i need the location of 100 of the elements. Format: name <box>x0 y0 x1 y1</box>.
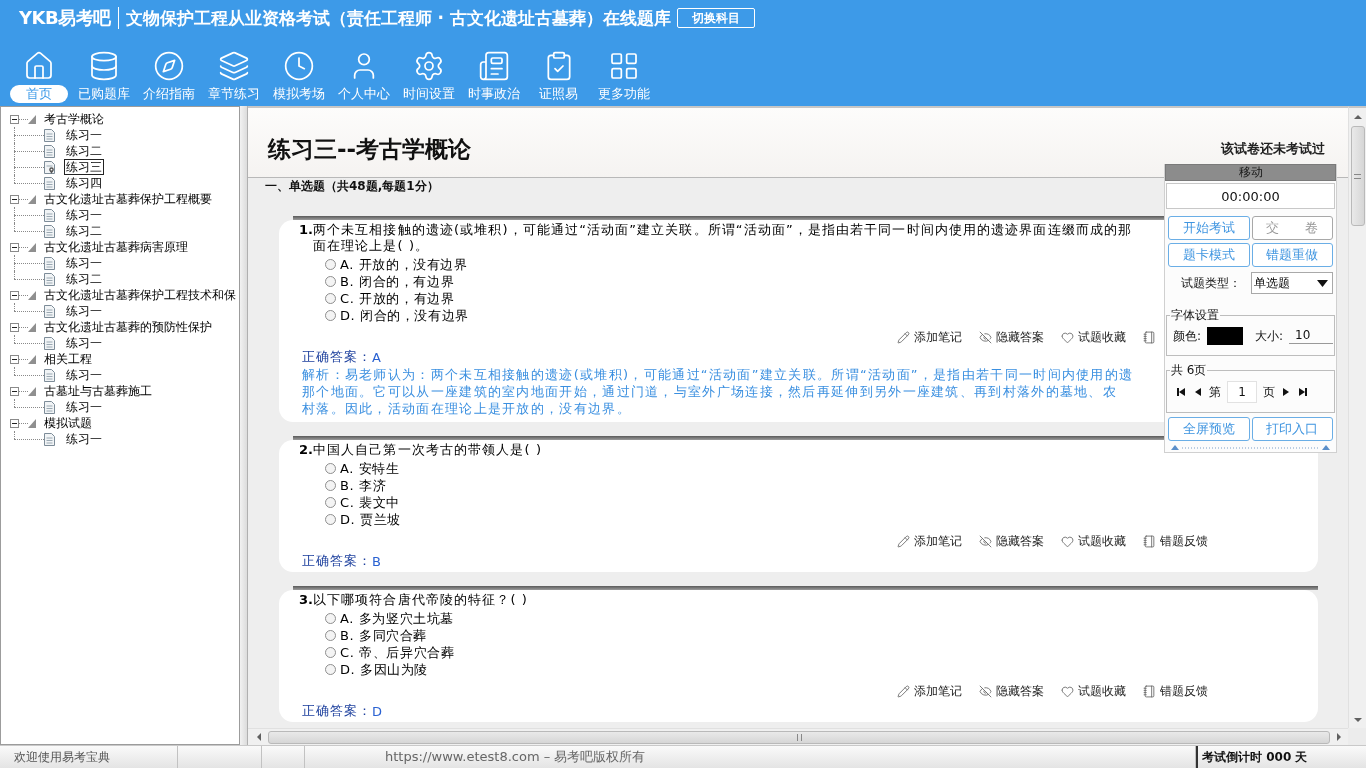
radio-button[interactable] <box>325 630 336 641</box>
triangle-icon <box>28 290 36 300</box>
color-label: 颜色: <box>1173 327 1202 345</box>
notebook-icon <box>1143 534 1156 548</box>
tree-item[interactable]: 古文化遗址古墓葬保护工程概要 <box>44 191 212 207</box>
scroll-left-icon[interactable] <box>255 732 263 742</box>
tree-item[interactable]: 古文化遗址古墓葬的预防性保护 <box>44 319 212 335</box>
collapse-icon[interactable] <box>10 114 19 124</box>
tree-item[interactable]: 练习二 <box>64 143 104 159</box>
tree-item[interactable]: 练习二 <box>64 223 104 239</box>
radio-button[interactable] <box>325 497 336 508</box>
hide-answer-button[interactable]: 隐藏答案 <box>979 532 1044 550</box>
tree-item[interactable]: 模拟试题 <box>44 415 92 431</box>
scroll-up-icon[interactable] <box>1352 113 1363 121</box>
color-swatch-icon[interactable] <box>1207 327 1244 345</box>
size-field[interactable]: 10 <box>1289 328 1334 344</box>
pencil-icon <box>897 684 910 698</box>
horizontal-scrollbar[interactable] <box>248 728 1348 745</box>
section-heading: 一、单选题（共48题,每题1分） <box>264 179 440 193</box>
move-handle[interactable]: 移动 <box>1165 164 1336 181</box>
caret-icon <box>1317 279 1328 287</box>
radio-button[interactable] <box>325 514 336 525</box>
question-text: 两个未互相接触的遗迹(或堆积)，可能通过“活动面”建立关联。所谓“活动面”，是指由若干同一时间内使用的遗迹界面连缀而成的那 <box>313 222 1133 238</box>
page-prefix: 第 <box>1209 383 1221 401</box>
scrollbar-thumb[interactable] <box>268 730 1330 744</box>
feedback-button[interactable] <box>1143 330 1156 344</box>
radio-button[interactable] <box>325 463 336 474</box>
add-note-button[interactable]: 添加笔记 <box>897 532 962 550</box>
collapse-icon[interactable] <box>10 242 19 252</box>
analysis-text: 村落。因此，活动面在理论上是开放的，没有边界。 <box>302 400 631 417</box>
radio-button[interactable] <box>325 276 336 287</box>
document-icon <box>44 128 55 142</box>
add-note-button[interactable]: 添加笔记 <box>897 328 962 346</box>
first-page-icon[interactable] <box>1177 387 1187 397</box>
radio-button[interactable] <box>325 310 336 321</box>
option-text: D. 闭合的，没有边界 <box>340 306 469 325</box>
option-text: C. 开放的，有边界 <box>340 289 455 308</box>
hide-answer-button[interactable]: 隐藏答案 <box>979 682 1044 700</box>
collapse-icon[interactable] <box>10 290 19 300</box>
tree-item[interactable]: 练习一 <box>64 127 104 143</box>
tree-item[interactable]: 相关工程 <box>44 351 92 367</box>
countdown-text: 考试倒计时 000 天 <box>1202 748 1308 766</box>
page-count: 共 6页 <box>1170 362 1208 379</box>
feedback-button[interactable]: 错题反馈 <box>1143 682 1208 700</box>
last-page-icon[interactable] <box>1297 387 1307 397</box>
option-text: D. 多因山为陵 <box>340 660 429 679</box>
radio-button[interactable] <box>325 293 336 304</box>
radio-button[interactable] <box>325 480 336 491</box>
tree-item[interactable]: 练习一 <box>64 255 104 271</box>
page-suffix: 页 <box>1263 383 1275 401</box>
scroll-down-icon[interactable] <box>1352 716 1363 724</box>
collapse-icon[interactable] <box>10 386 19 396</box>
radio-button[interactable] <box>325 259 336 270</box>
tree-item[interactable]: 练习一 <box>64 367 104 383</box>
collapse-icon[interactable] <box>10 418 19 428</box>
tree-item[interactable]: 练习一 <box>64 207 104 223</box>
radio-button[interactable] <box>325 647 336 658</box>
next-page-icon[interactable] <box>1281 387 1291 397</box>
pencil-icon <box>897 330 910 344</box>
feedback-button[interactable]: 错题反馈 <box>1143 532 1208 550</box>
page-field[interactable]: 1 <box>1227 381 1257 403</box>
scroll-right-icon[interactable] <box>1335 732 1343 742</box>
tree-item[interactable]: 练习一 <box>64 431 104 447</box>
hide-answer-button[interactable]: 隐藏答案 <box>979 328 1044 346</box>
type-select[interactable]: 单选题 <box>1251 272 1333 294</box>
tree-item[interactable]: 古墓址与古墓葬施工 <box>44 383 152 399</box>
document-icon <box>44 432 55 446</box>
question-text: 面在理论上是( )。 <box>313 238 430 254</box>
collapse-icon[interactable] <box>10 194 19 204</box>
previous-page-icon[interactable] <box>1193 387 1203 397</box>
pencil-icon <box>897 534 910 548</box>
tree-item[interactable]: 练习三 <box>64 159 104 175</box>
document-icon <box>44 272 55 286</box>
tree-item[interactable]: 练习一 <box>64 303 104 319</box>
vertical-scrollbar[interactable] <box>1348 106 1366 728</box>
tree-item[interactable]: 古文化遗址古墓葬病害原理 <box>44 239 188 255</box>
option-text: C. 帝、后异穴合葬 <box>340 643 455 662</box>
collapse-icon[interactable] <box>10 322 19 332</box>
collapse-handle-icon[interactable] <box>1171 444 1330 450</box>
scrollbar-thumb[interactable] <box>1350 126 1365 226</box>
radio-button[interactable] <box>325 613 336 624</box>
tree-item[interactable]: 练习一 <box>64 399 104 415</box>
option-text: C. 裴文中 <box>340 493 400 512</box>
add-note-button[interactable]: 添加笔记 <box>897 682 962 700</box>
favorite-button[interactable]: 试题收藏 <box>1061 682 1126 700</box>
favorite-button[interactable]: 试题收藏 <box>1061 328 1126 346</box>
collapse-icon[interactable] <box>10 354 19 364</box>
heart-icon <box>1061 330 1074 344</box>
timer-display: 00:00:00 <box>1166 183 1335 209</box>
option-text: B. 李济 <box>340 476 387 495</box>
option-text: A. 安特生 <box>340 459 400 478</box>
tree-item[interactable]: 练习一 <box>64 335 104 351</box>
tree-item[interactable]: 练习四 <box>64 175 104 191</box>
favorite-button[interactable]: 试题收藏 <box>1061 532 1126 550</box>
tree-item[interactable]: 练习二 <box>64 271 104 287</box>
radio-button[interactable] <box>325 664 336 675</box>
tree-item[interactable]: 考古学概论 <box>44 111 104 127</box>
type-label: 试题类型： <box>1181 274 1241 292</box>
tree-item[interactable]: 古文化遗址古墓葬保护工程技术和保 <box>44 287 236 303</box>
question-text: 中国人自己第一次考古的带领人是( ) <box>313 442 543 458</box>
